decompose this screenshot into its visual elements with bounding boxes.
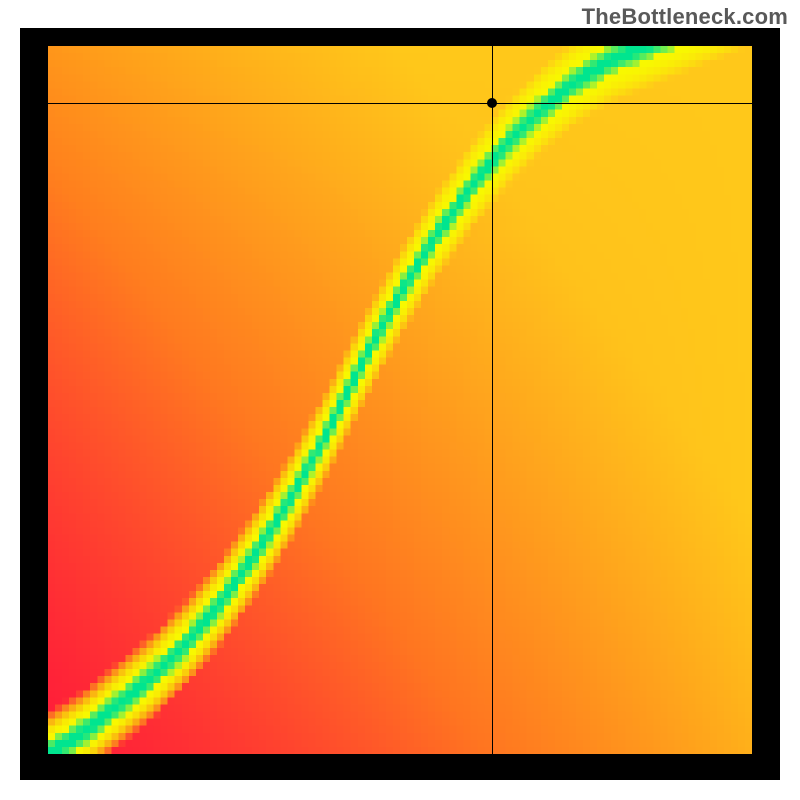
plot-border xyxy=(20,28,780,780)
plot-area xyxy=(48,46,752,754)
crosshair-vertical xyxy=(492,46,493,754)
marker-dot xyxy=(487,98,497,108)
chart-container: TheBottleneck.com xyxy=(0,0,800,800)
heatmap-canvas xyxy=(48,46,752,754)
watermark-label: TheBottleneck.com xyxy=(582,4,788,30)
crosshair-horizontal xyxy=(48,103,752,104)
